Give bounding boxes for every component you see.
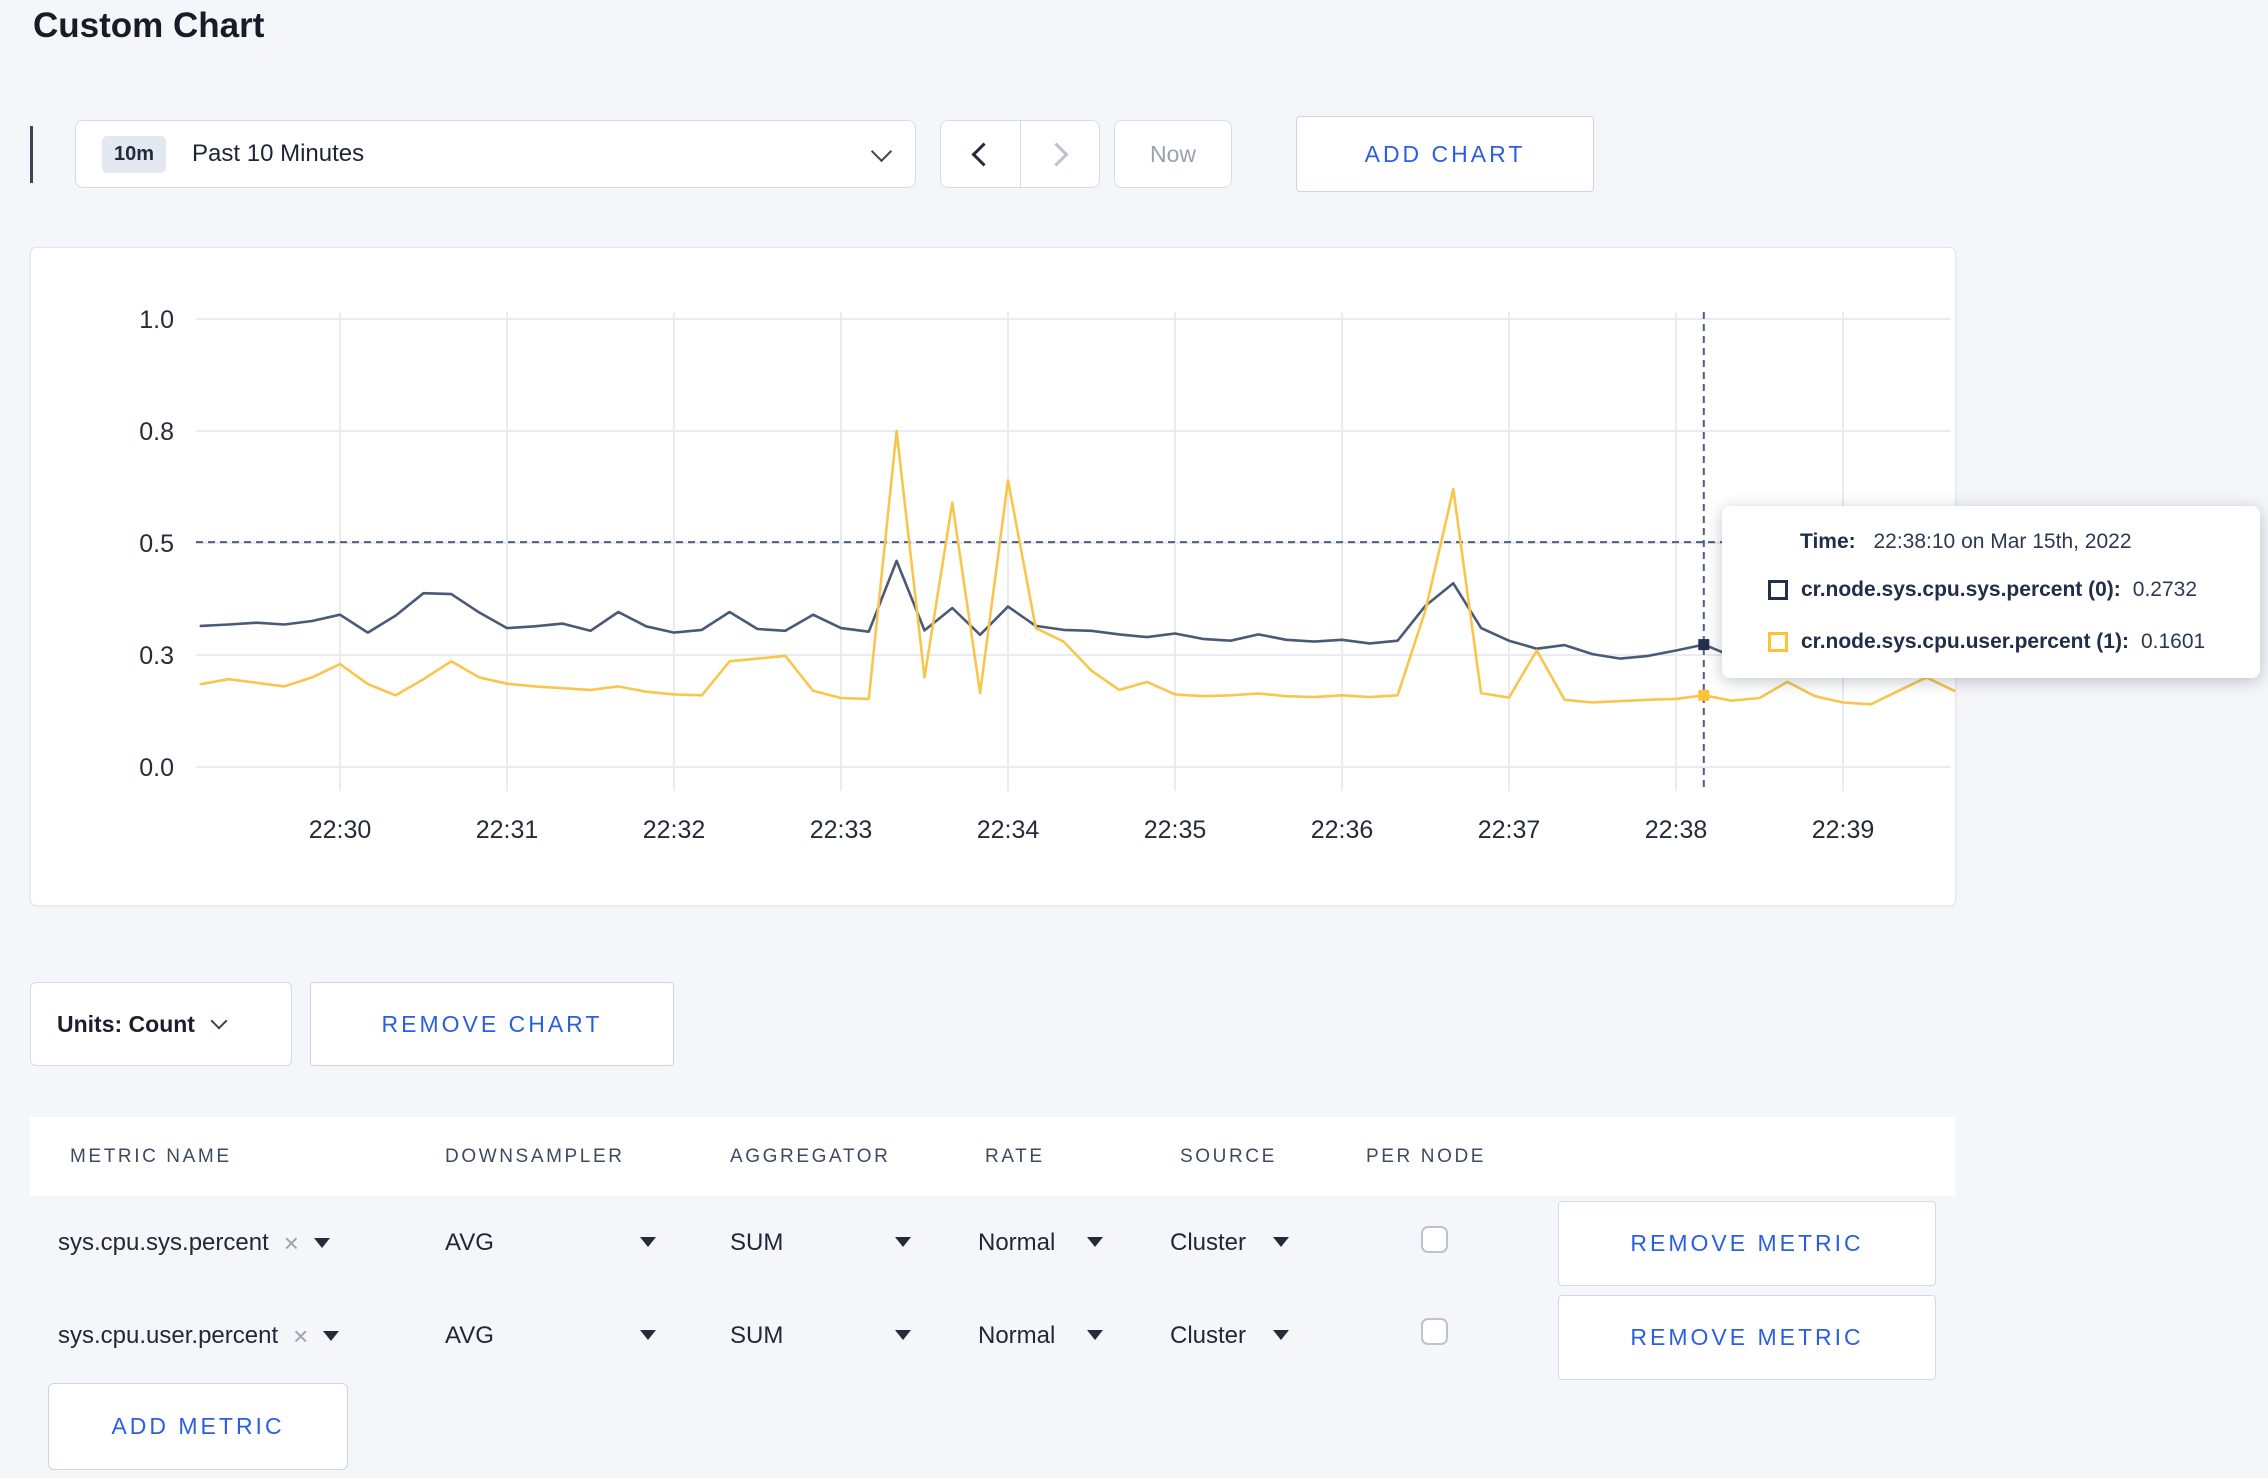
chevron-down-icon (870, 140, 893, 162)
source-select[interactable]: Cluster (1170, 1229, 1246, 1257)
caret-down-icon[interactable] (1273, 1237, 1289, 1247)
col-header-source: SOURCE (1180, 1146, 1277, 1167)
x-axis-tick-label: 22:35 (1144, 816, 1207, 844)
rate-select[interactable]: Normal (978, 1229, 1055, 1257)
caret-down-icon[interactable] (640, 1237, 656, 1247)
y-axis-tick-label: 0.8 (139, 418, 174, 446)
aggregator-select[interactable]: SUM (730, 1229, 783, 1257)
time-forward-button[interactable] (1019, 121, 1100, 187)
metric-name-select[interactable]: sys.cpu.user.percent × (58, 1322, 340, 1350)
per-node-checkbox[interactable] (1421, 1318, 1448, 1345)
chart-card: 0.0 0.3 0.5 0.8 1.0 22:30 22:31 22:32 22:33 22:34… (30, 247, 1956, 906)
col-header-aggregator: AGGREGATOR (730, 1146, 891, 1167)
rate-select[interactable]: Normal (978, 1322, 1055, 1350)
time-range-dropdown[interactable]: 10m Past 10 Minutes (75, 120, 916, 188)
downsampler-select[interactable]: AVG (445, 1322, 494, 1350)
caret-down-icon[interactable] (1087, 1330, 1103, 1340)
toolbar-accent-bar (30, 126, 33, 183)
col-header-downsampler: DOWNSAMPLER (445, 1146, 625, 1167)
remove-metric-x-icon[interactable]: × (293, 1323, 308, 1349)
tooltip-series-value: 0.2732 (2132, 578, 2198, 601)
series-line-1 (199, 429, 1956, 706)
tooltip-time-value: 22:38:10 on Mar 15th, 2022 (1873, 530, 2132, 553)
per-node-checkbox[interactable] (1421, 1226, 1448, 1253)
y-axis-tick-label: 0.5 (139, 530, 174, 558)
x-axis-tick-label: 22:33 (810, 816, 873, 844)
col-header-metric-name: METRIC NAME (70, 1146, 232, 1167)
caret-down-icon[interactable] (1087, 1237, 1103, 1247)
tooltip-series-name: cr.node.sys.cpu.user.percent (1): (1801, 630, 2129, 653)
series-marker-0 (1698, 639, 1710, 651)
x-axis-tick-label: 22:32 (643, 816, 706, 844)
series-swatch-user-icon (1768, 632, 1788, 652)
tooltip-time-label: Time: (1800, 530, 1856, 553)
time-back-button[interactable] (941, 121, 1020, 187)
timeseries-chart[interactable]: 0.0 0.3 0.5 0.8 1.0 22:30 22:31 22:32 22:33 22:34… (31, 248, 1957, 907)
y-axis-tick-label: 0.0 (139, 754, 174, 782)
aggregator-select[interactable]: SUM (730, 1322, 783, 1350)
chevron-right-icon (1044, 141, 1069, 167)
y-axis-tick-label: 1.0 (139, 306, 174, 334)
tooltip-series-name: cr.node.sys.cpu.sys.percent (0): (1801, 578, 2121, 601)
chart-tooltip: Time: 22:38:10 on Mar 15th, 2022 cr.node… (1722, 506, 2260, 678)
x-axis-tick-label: 22:38 (1645, 816, 1708, 844)
tooltip-time-row: Time: 22:38:10 on Mar 15th, 2022 (1800, 530, 2132, 554)
units-dropdown[interactable]: Units: Count (30, 982, 292, 1066)
caret-down-icon[interactable] (895, 1330, 911, 1340)
y-axis-tick-label: 0.3 (139, 642, 174, 670)
col-header-rate: RATE (985, 1146, 1045, 1167)
series-swatch-sys-icon (1768, 580, 1788, 600)
chevron-left-icon (971, 141, 996, 167)
metric-name-value: sys.cpu.user.percent (58, 1322, 279, 1349)
chevron-down-icon (210, 1012, 228, 1030)
caret-down-icon (323, 1331, 340, 1341)
series-line-0 (199, 559, 1956, 660)
caret-down-icon (313, 1238, 330, 1248)
add-chart-button[interactable]: ADD CHART (1296, 116, 1594, 192)
tooltip-series-value: 0.1601 (2140, 630, 2206, 653)
x-axis-tick-label: 22:37 (1478, 816, 1541, 844)
series-marker-1 (1698, 689, 1710, 701)
caret-down-icon[interactable] (895, 1237, 911, 1247)
add-metric-button[interactable]: ADD METRIC (48, 1383, 348, 1470)
x-axis-tick-label: 22:31 (476, 816, 539, 844)
source-select[interactable]: Cluster (1170, 1322, 1246, 1350)
remove-metric-button[interactable]: REMOVE METRIC (1558, 1201, 1936, 1286)
remove-chart-button[interactable]: REMOVE CHART (310, 982, 674, 1066)
page-title: Custom Chart (33, 6, 265, 45)
units-label: Units: Count (57, 1010, 195, 1037)
remove-metric-x-icon[interactable]: × (284, 1230, 299, 1256)
now-button[interactable]: Now (1114, 120, 1232, 188)
time-range-label: Past 10 Minutes (192, 140, 365, 167)
tooltip-series-row: cr.node.sys.cpu.user.percent (1): 0.1601 (1768, 630, 2205, 654)
caret-down-icon[interactable] (1273, 1330, 1289, 1340)
metric-name-select[interactable]: sys.cpu.sys.percent × (58, 1229, 330, 1257)
x-axis-tick-label: 22:30 (309, 816, 372, 844)
x-axis-tick-label: 22:39 (1812, 816, 1875, 844)
time-range-badge: 10m (102, 135, 167, 173)
remove-metric-button[interactable]: REMOVE METRIC (1558, 1295, 1936, 1380)
col-header-per-node: PER NODE (1366, 1146, 1487, 1167)
time-nav-group (940, 120, 1100, 188)
caret-down-icon[interactable] (640, 1330, 656, 1340)
x-axis-tick-label: 22:36 (1311, 816, 1374, 844)
downsampler-select[interactable]: AVG (445, 1229, 494, 1257)
x-axis-tick-label: 22:34 (977, 816, 1040, 844)
tooltip-series-row: cr.node.sys.cpu.sys.percent (0): 0.2732 (1768, 578, 2197, 602)
metric-name-value: sys.cpu.sys.percent (58, 1229, 269, 1256)
